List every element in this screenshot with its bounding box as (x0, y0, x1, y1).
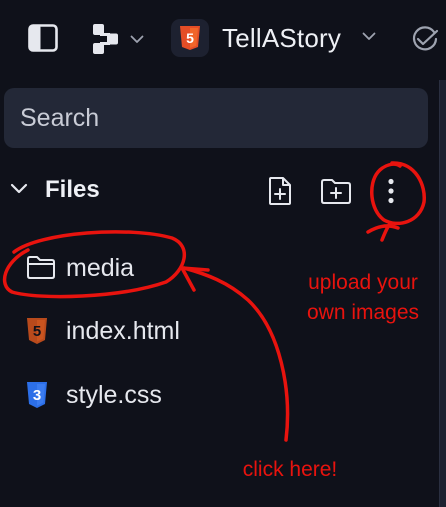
search-input[interactable] (4, 88, 428, 148)
html5-badge: 5 (186, 30, 194, 46)
annotation-upload-line1: upload your (308, 271, 418, 294)
sidebar-toggle-button[interactable] (28, 24, 58, 52)
html5-file-badge: 5 (33, 323, 41, 340)
layout-icon (93, 24, 118, 54)
new-file-button[interactable] (266, 176, 294, 206)
files-title: Files (45, 176, 100, 203)
more-options-button[interactable] (380, 174, 402, 208)
project-title[interactable]: TellAStory (222, 23, 341, 54)
chevron-down-icon[interactable] (362, 32, 376, 41)
new-folder-icon (321, 179, 351, 204)
file-tree-item-style-css[interactable]: 3 style.css (0, 369, 440, 421)
file-tree-item-label: media (66, 254, 135, 282)
file-tree-item-label: index.html (66, 317, 180, 345)
annotation-click-note: click here! (242, 458, 338, 481)
new-file-icon (269, 177, 291, 205)
html5-file-icon: 5 (27, 318, 47, 344)
chevron-down-icon (130, 35, 144, 43)
css3-file-icon: 3 (27, 382, 47, 408)
top-bar: 5 TellAStory (0, 0, 446, 80)
more-options-icon (388, 178, 394, 204)
annotation-upload-note: upload your own images (292, 268, 434, 328)
folder-icon (27, 256, 55, 279)
sidebar-toggle-icon (28, 24, 58, 52)
layout-menu-button[interactable] (92, 22, 152, 56)
chevron-down-icon[interactable] (10, 183, 28, 195)
css3-file-badge: 3 (33, 387, 41, 404)
file-tree-item-label: style.css (66, 381, 162, 409)
new-folder-button[interactable] (320, 176, 352, 206)
file-explorer-window: 5 TellAStory Files (0, 0, 446, 507)
check-circle-icon[interactable] (410, 26, 440, 52)
project-icon[interactable]: 5 (171, 19, 209, 57)
annotation-arrow-more (366, 222, 400, 242)
annotation-upload-line2: own images (306, 301, 420, 324)
files-section-header[interactable]: Files (0, 168, 446, 212)
html5-icon: 5 (180, 26, 200, 50)
panel-edge-divider (439, 80, 446, 507)
